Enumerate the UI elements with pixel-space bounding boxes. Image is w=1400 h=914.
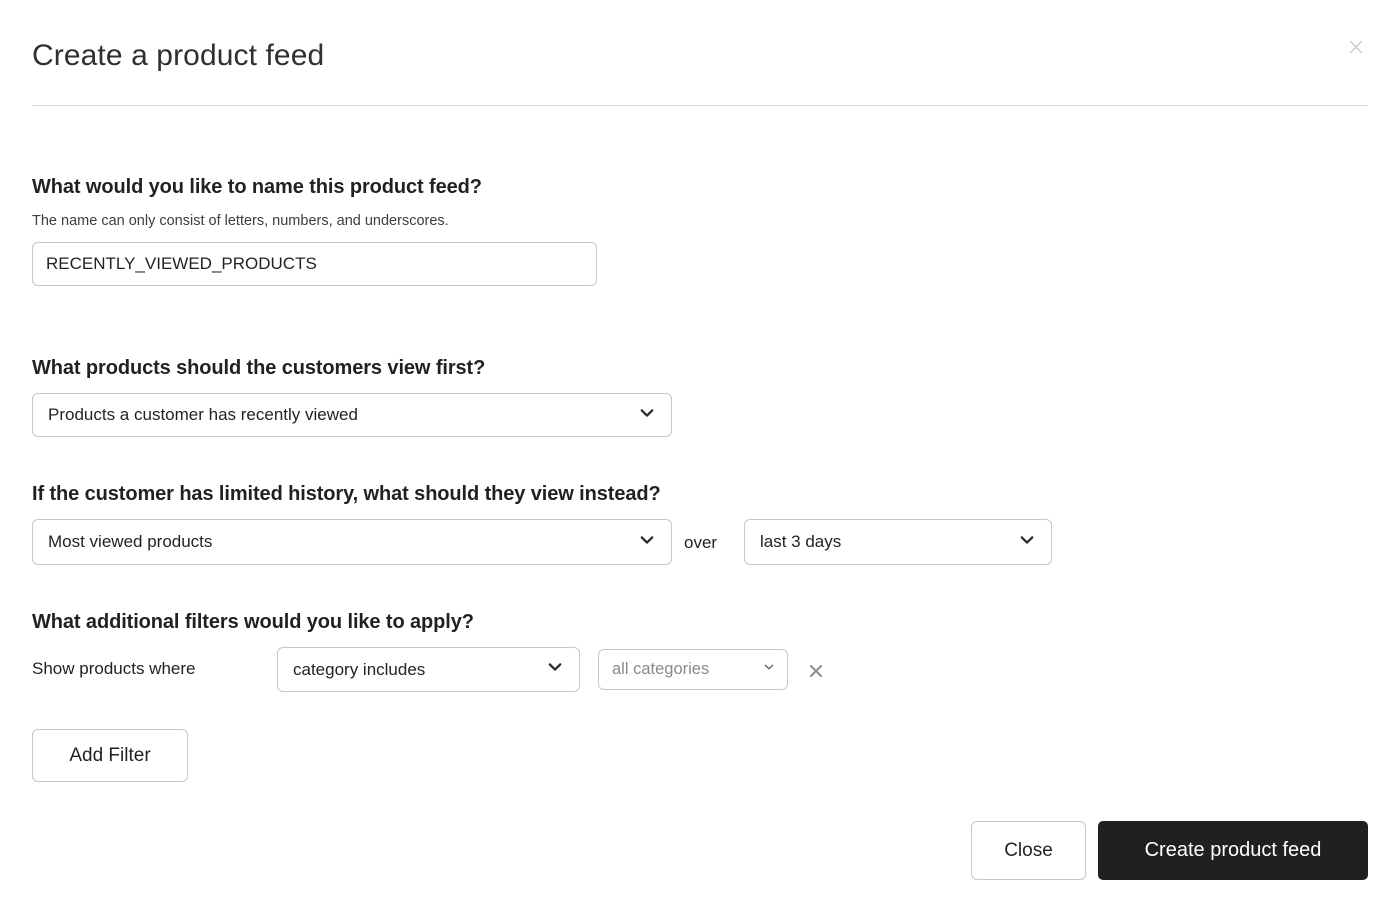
dialog-header: Create a product feed [0,0,1400,106]
filter-condition-select[interactable]: category includes [277,647,580,692]
filters-question-heading: What additional filters would you like t… [32,611,474,633]
chevron-down-icon [637,530,657,555]
create-product-feed-dialog: Create a product feed What would you lik… [0,0,1400,914]
add-filter-button[interactable]: Add Filter [32,729,188,782]
feed-name-question-heading: What would you like to name this product… [32,176,482,198]
primary-products-select-value: Products a customer has recently viewed [48,405,358,424]
fallback-connector-label: over [684,533,718,552]
feed-name-input[interactable] [32,242,597,286]
fallback-timeframe-select[interactable]: last 3 days [744,519,1052,565]
header-divider [32,105,1368,106]
fallback-products-select-value: Most viewed products [48,532,213,551]
fallback-products-question-heading: If the customer has limited history, wha… [32,483,661,505]
filter-condition-select-value: category includes [293,659,426,679]
dialog-title: Create a product feed [32,39,325,72]
close-icon[interactable] [1342,33,1370,61]
chevron-down-icon [762,660,776,679]
create-product-feed-button[interactable]: Create product feed [1098,821,1368,880]
chevron-down-icon [1017,530,1037,555]
fallback-products-select[interactable]: Most viewed products [32,519,672,565]
close-button[interactable]: Close [971,821,1086,880]
filter-value-select-value: all categories [612,660,710,678]
filter-value-select[interactable]: all categories [598,649,788,690]
chevron-down-icon [545,657,565,682]
primary-products-question-heading: What products should the customers view … [32,357,486,379]
remove-filter-button[interactable] [804,659,828,683]
chevron-down-icon [637,403,657,428]
primary-products-select[interactable]: Products a customer has recently viewed [32,393,672,437]
filter-prefix-label: Show products where [32,659,196,678]
fallback-timeframe-select-value: last 3 days [760,532,842,551]
feed-name-help-text: The name can only consist of letters, nu… [32,213,449,229]
